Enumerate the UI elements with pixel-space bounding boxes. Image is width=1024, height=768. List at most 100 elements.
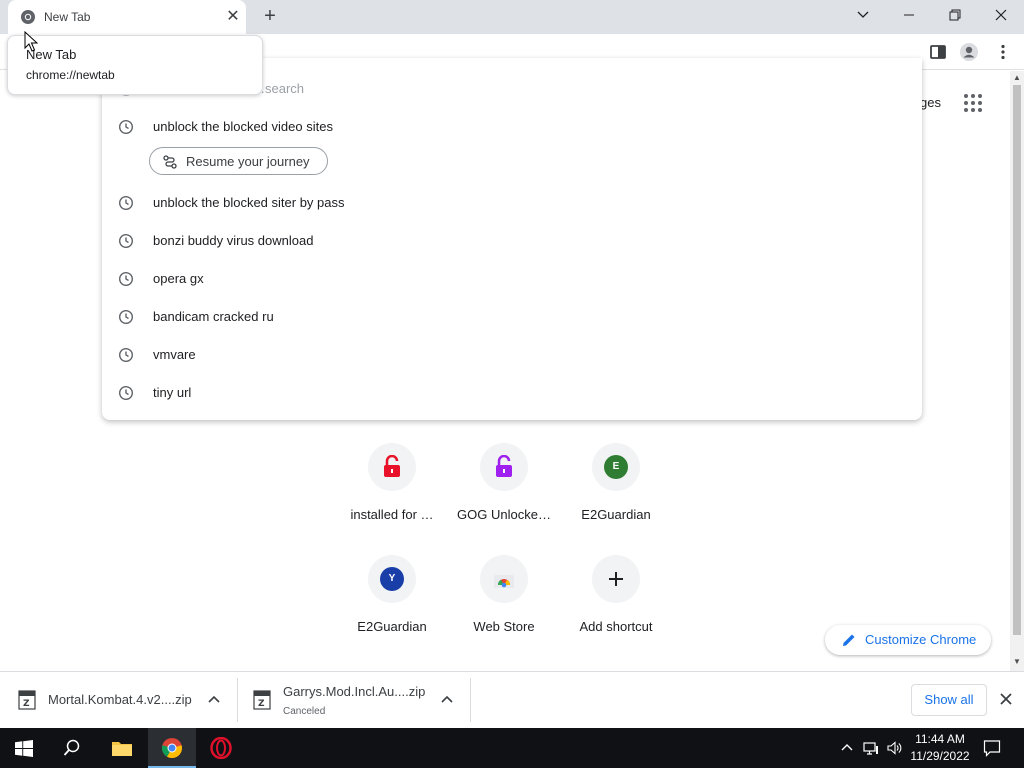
pencil-icon — [843, 634, 855, 646]
journey-chip-label: Resume your journey — [186, 154, 310, 169]
suggestion-text: tiny url — [153, 385, 192, 400]
taskbar-time[interactable]: 11:44 AM — [905, 732, 975, 746]
taskbar-date[interactable]: 11/29/2022 — [905, 749, 975, 763]
volume-icon[interactable] — [886, 740, 902, 756]
side-panel-icon[interactable] — [928, 42, 948, 62]
journey-icon — [163, 155, 177, 169]
letter-favicon: Y — [380, 567, 404, 591]
zip-file-icon: Z — [18, 690, 36, 710]
resume-journey-chip[interactable]: Resume your journey — [149, 147, 328, 175]
history-clock-icon — [118, 309, 134, 325]
shortcut-tile[interactable]: installed for … — [336, 443, 448, 543]
windows-taskbar: 11:44 AM 11/29/2022 — [0, 728, 1024, 768]
chevron-up-icon[interactable] — [439, 692, 455, 708]
shortcut-tile[interactable]: E E2Guardian — [560, 443, 672, 543]
minimize-button[interactable] — [886, 0, 932, 30]
tab-title: New Tab — [44, 10, 91, 24]
suggestion-item[interactable]: unblock the blocked siter by pass — [102, 184, 922, 222]
shortcut-icon-bg: E — [592, 443, 640, 491]
tab-new-tab[interactable]: New Tab ✕ — [8, 0, 246, 34]
scroll-down-icon[interactable]: ▼ — [1010, 657, 1024, 669]
chrome-icon — [21, 10, 35, 24]
suggestion-text: unblock the blocked siter by pass — [153, 195, 345, 210]
plus-icon — [609, 572, 623, 586]
svg-text:Z: Z — [23, 699, 30, 709]
shortcut-icon-bg — [480, 443, 528, 491]
windows-logo-icon — [15, 740, 33, 757]
search-icon — [63, 739, 80, 756]
shortcut-label: E2Guardian — [581, 507, 651, 522]
shortcut-tile[interactable]: Y E2Guardian — [336, 555, 448, 655]
chevron-up-icon[interactable] — [839, 740, 855, 756]
shortcut-label: Add shortcut — [579, 619, 653, 634]
downloads-shelf: Z Mortal.Kombat.4.v2....zip Z Garrys.Mod… — [0, 671, 1024, 728]
shortcut-tile[interactable]: Web Store — [448, 555, 560, 655]
zip-file-icon: Z — [253, 690, 271, 710]
file-explorer-button[interactable] — [98, 728, 146, 768]
chevron-up-icon[interactable] — [206, 692, 222, 708]
show-all-button[interactable]: Show all — [911, 684, 987, 716]
restore-button[interactable] — [932, 0, 978, 30]
close-shelf-icon[interactable] — [997, 690, 1015, 708]
history-clock-icon — [118, 195, 134, 211]
suggestion-item[interactable]: opera gx — [102, 260, 922, 298]
opera-gx-taskbar-button[interactable] — [197, 728, 245, 768]
svg-text:Z: Z — [258, 699, 265, 709]
start-button[interactable] — [0, 728, 48, 768]
menu-dots-icon[interactable] — [993, 42, 1013, 62]
suggestion-text: bandicam cracked ru — [153, 309, 274, 324]
shelf-divider — [237, 678, 238, 722]
hover-card-url: chrome://newtab — [26, 68, 115, 82]
shortcut-tile[interactable]: GOG Unlocke… — [448, 443, 560, 543]
download-filename: Mortal.Kombat.4.v2....zip — [48, 692, 192, 707]
opera-icon — [210, 737, 232, 759]
network-icon[interactable] — [863, 740, 879, 756]
shortcut-icon-bg — [592, 555, 640, 603]
images-link[interactable]: ges — [920, 95, 941, 110]
shortcut-label: Web Store — [473, 619, 535, 634]
suggestion-text: bonzi buddy virus download — [153, 233, 314, 248]
suggestion-text: vmvare — [153, 347, 196, 362]
mouse-cursor-icon — [24, 31, 38, 52]
suggestion-item[interactable]: vmvare — [102, 336, 922, 374]
customize-chrome-button[interactable]: Customize Chrome — [825, 625, 991, 655]
suggestion-item[interactable]: bonzi buddy virus download — [102, 222, 922, 260]
suggestion-item[interactable]: tiny url — [102, 374, 922, 412]
shortcut-icon-bg: Y — [368, 555, 416, 603]
notification-icon[interactable] — [983, 739, 1001, 757]
customize-label: Customize Chrome — [865, 632, 977, 647]
scroll-up-icon[interactable]: ▲ — [1010, 73, 1024, 85]
suggestion-item[interactable]: bandicam cracked ru — [102, 298, 922, 336]
new-tab-button[interactable]: + — [258, 6, 282, 28]
add-shortcut-button[interactable]: Add shortcut — [560, 555, 672, 655]
close-window-button[interactable] — [978, 0, 1024, 30]
tab-strip: New Tab ✕ + — [0, 0, 1024, 34]
history-clock-icon — [118, 271, 134, 287]
suggestion-text: unblock the blocked video sites — [153, 119, 333, 134]
folder-icon — [112, 742, 132, 756]
tab-search-icon[interactable] — [840, 0, 886, 30]
shortcut-icon-bg — [480, 555, 528, 603]
tab-hover-card: New Tab chrome://newtab — [7, 35, 263, 95]
shortcut-label: GOG Unlocke… — [457, 507, 551, 522]
tab-close-icon[interactable]: ✕ — [224, 8, 242, 26]
download-filename: Garrys.Mod.Incl.Au....zip — [283, 684, 426, 699]
download-item[interactable]: Z Garrys.Mod.Incl.Au....zip Canceled — [253, 678, 463, 722]
profile-avatar-icon[interactable] — [959, 42, 979, 62]
suggestion-item[interactable]: unblock the blocked video sites — [102, 108, 922, 146]
shortcut-label: installed for … — [350, 507, 434, 522]
suggestion-text: opera gx — [153, 271, 204, 286]
letter-favicon: E — [604, 455, 628, 479]
shelf-divider — [470, 678, 471, 722]
scrollbar[interactable]: ▲ ▼ — [1010, 71, 1024, 671]
lock-red-icon — [384, 455, 400, 477]
apps-grid-icon[interactable] — [963, 93, 983, 113]
download-item[interactable]: Z Mortal.Kombat.4.v2....zip — [18, 678, 228, 722]
shortcut-icon-bg — [368, 443, 416, 491]
download-status: Canceled — [283, 706, 326, 717]
scrollbar-thumb[interactable] — [1013, 85, 1021, 635]
history-clock-icon — [118, 119, 134, 135]
history-clock-icon — [118, 385, 134, 401]
search-button[interactable] — [48, 728, 96, 768]
chrome-taskbar-button[interactable] — [148, 728, 196, 768]
